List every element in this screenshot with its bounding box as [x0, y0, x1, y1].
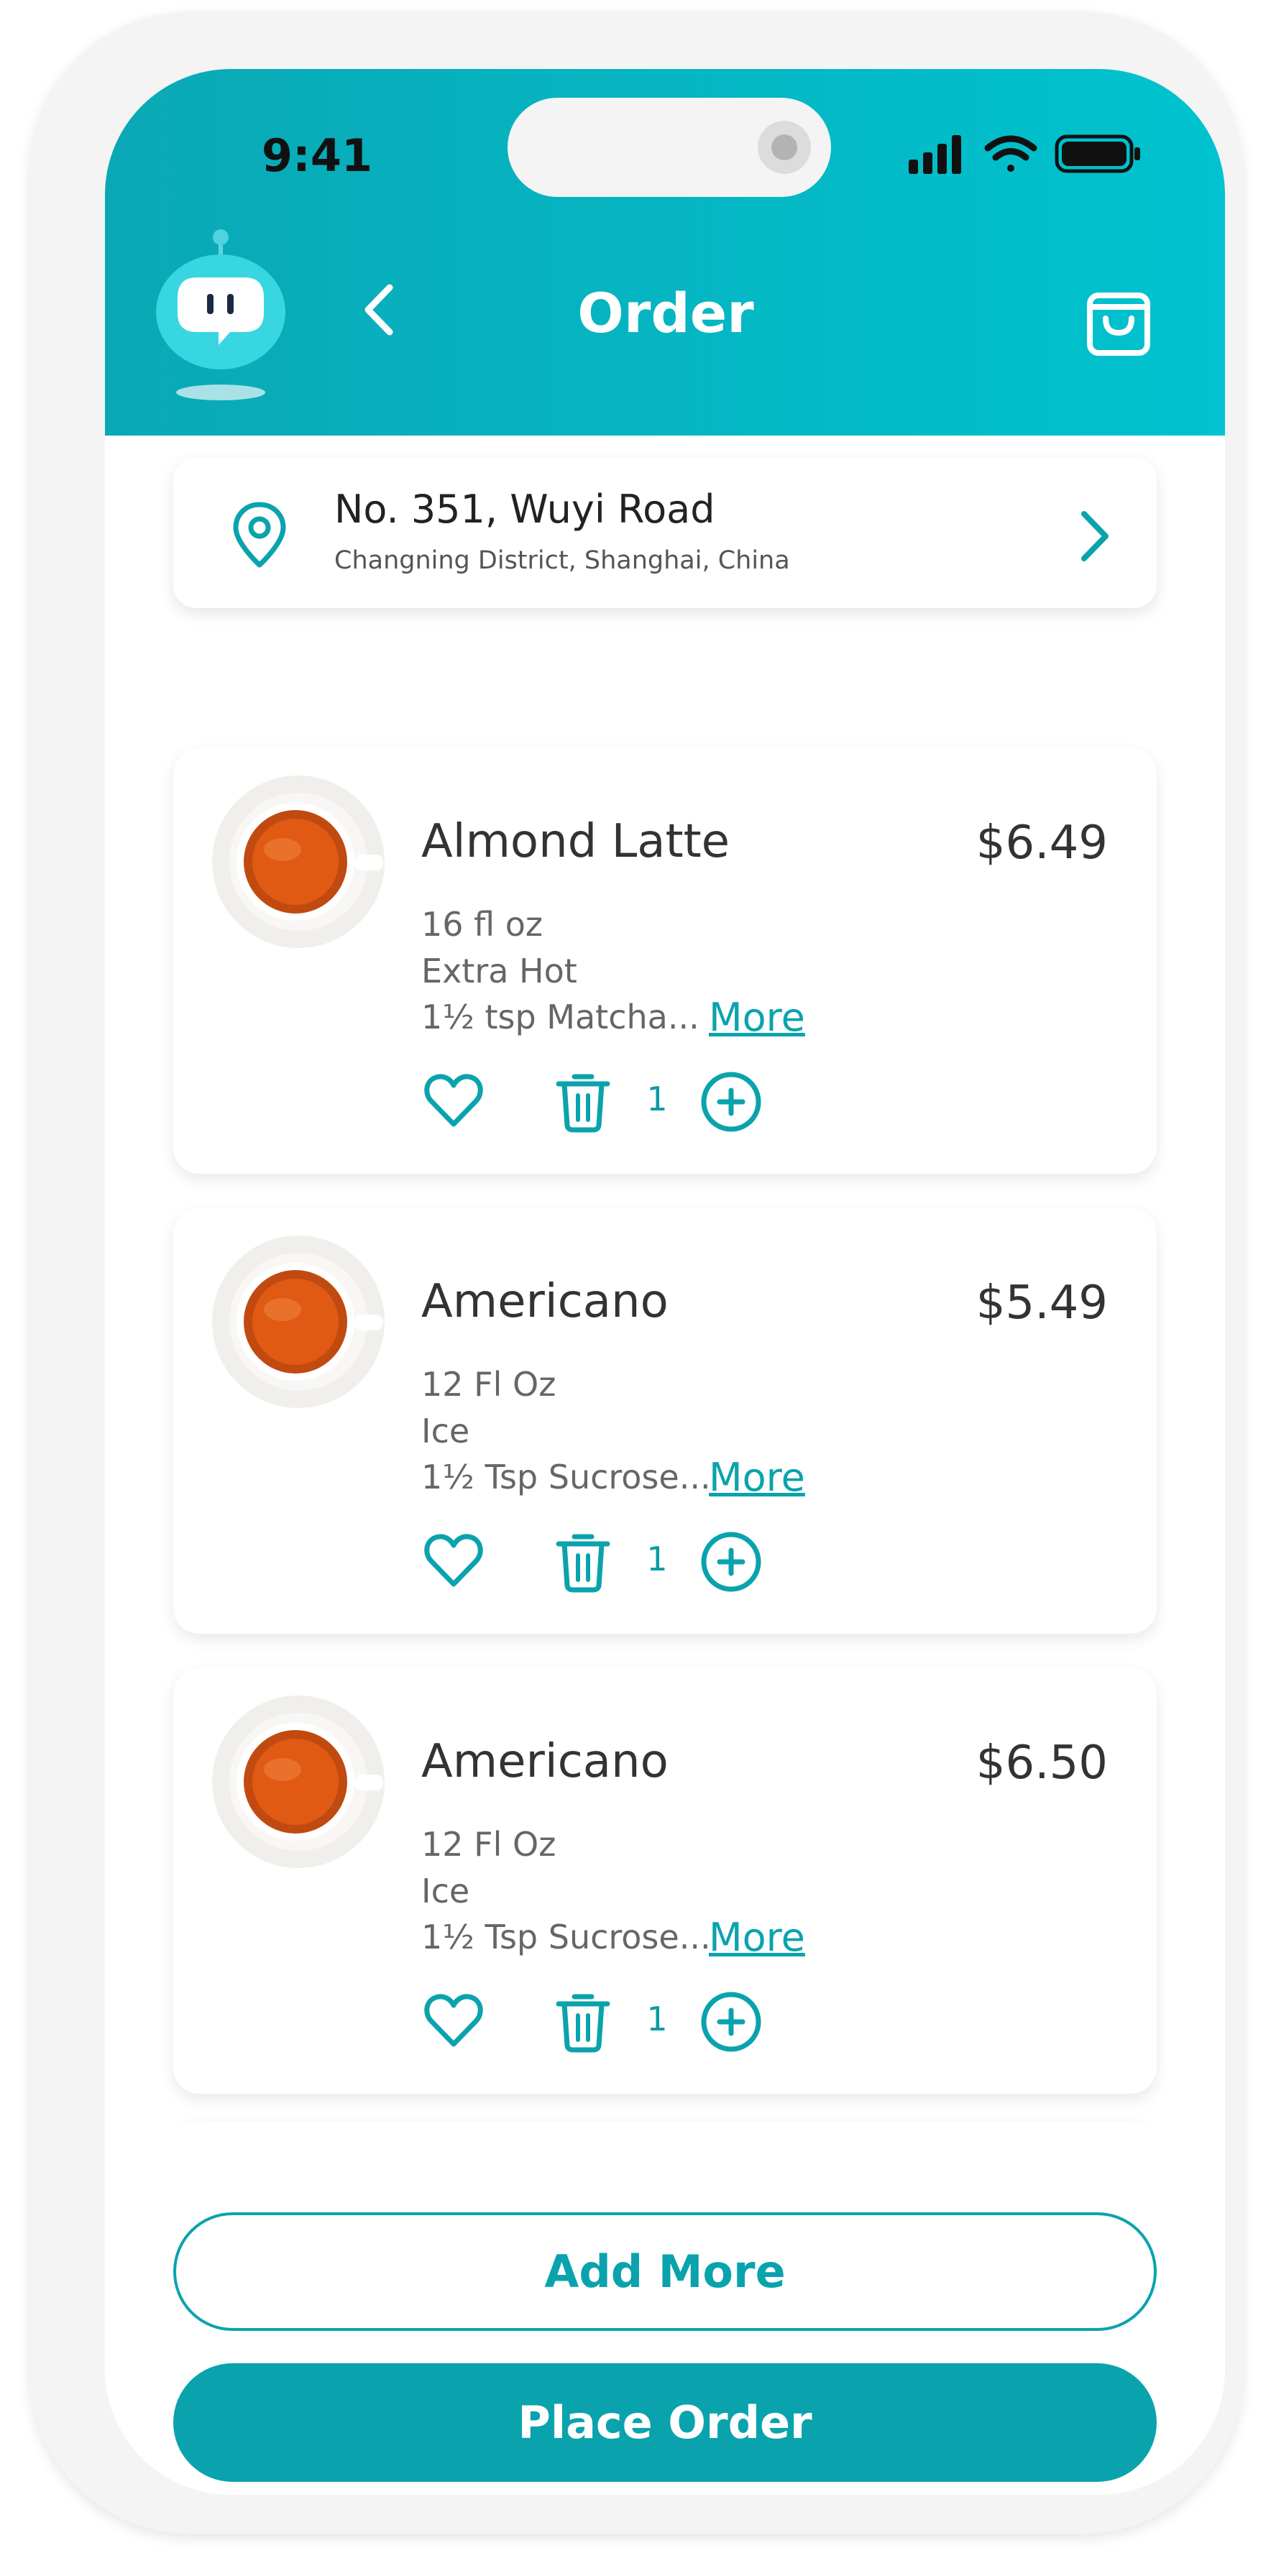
location-pin-icon [227, 499, 292, 571]
cart-button[interactable] [1075, 274, 1162, 360]
order-item-card: Almond Latte $6.49 16 fl oz Extra Hot 1½… [173, 748, 1157, 1174]
item-quantity: 1 [646, 1080, 668, 1118]
more-link[interactable]: More [709, 1453, 831, 1503]
item-name: Almond Latte [421, 815, 730, 868]
item-quantity: 1 [646, 1540, 668, 1578]
header-bar: 9:41 Order [105, 69, 1225, 436]
order-item-card: Americano $5.49 12 Fl Oz Ice 1½ Tsp Sucr… [173, 1208, 1157, 1634]
camera-icon [758, 121, 811, 174]
shopping-bag-icon [1087, 293, 1150, 356]
item-name: Americano [421, 1275, 669, 1328]
item-price: $6.49 [976, 816, 1108, 870]
more-link[interactable]: More [709, 1913, 831, 1963]
trash-icon[interactable] [554, 1528, 612, 1593]
order-item-card: Americano $6.50 12 Fl Oz Ice 1½ Tsp Sucr… [173, 1668, 1157, 2094]
page-title: Order [577, 281, 754, 345]
back-button[interactable] [349, 277, 414, 342]
phone-frame: 9:41 Order No. 351, Wuyi Road Changning … [29, 12, 1243, 2534]
item-option: Ice [421, 1412, 470, 1450]
coffee-cup-icon [211, 1694, 386, 1869]
status-icons [909, 132, 1153, 175]
plus-circle-icon[interactable] [699, 1070, 763, 1133]
plus-circle-icon[interactable] [699, 1990, 763, 2053]
address-street: No. 351, Wuyi Road [334, 487, 715, 532]
chevron-right-icon[interactable] [1068, 504, 1119, 569]
place-order-button[interactable]: Place Order [173, 2363, 1157, 2482]
item-price: $5.49 [976, 1276, 1108, 1330]
heart-icon[interactable] [421, 1068, 486, 1133]
item-option: 1½ Tsp Sucrose... [421, 1918, 711, 1956]
app-screen: 9:41 Order No. 351, Wuyi Road Changning … [105, 69, 1225, 2495]
add-more-button[interactable]: Add More [173, 2212, 1157, 2331]
signal-icon [909, 135, 961, 174]
order-list[interactable]: Almond Latte $6.49 16 fl oz Extra Hot 1½… [105, 694, 1225, 2182]
item-option: 12 Fl Oz [421, 1825, 556, 1864]
item-option: 16 fl oz [421, 905, 543, 944]
heart-icon[interactable] [421, 1988, 486, 2053]
item-option: 1½ Tsp Sucrose... [421, 1458, 711, 1496]
address-district: Changning District, Shanghai, China [334, 546, 790, 575]
status-time: 9:41 [261, 129, 373, 182]
more-link[interactable]: More [709, 993, 831, 1043]
trash-icon[interactable] [554, 1068, 612, 1133]
back-chevron-icon [364, 284, 393, 336]
item-quantity: 1 [646, 2000, 668, 2038]
address-card[interactable]: No. 351, Wuyi Road Changning District, S… [173, 457, 1157, 608]
mascot-icon [152, 226, 289, 405]
item-option: Extra Hot [421, 952, 577, 990]
item-price: $6.50 [976, 1736, 1108, 1790]
item-option: 1½ tsp Matcha... [421, 998, 699, 1036]
trash-icon[interactable] [554, 1988, 612, 2053]
bottom-actions: Add More Place Order [105, 2125, 1225, 2495]
item-option: 12 Fl Oz [421, 1365, 556, 1404]
coffee-cup-icon [211, 774, 386, 949]
coffee-cup-icon [211, 1234, 386, 1409]
plus-circle-icon[interactable] [699, 1530, 763, 1593]
battery-icon [1055, 134, 1140, 173]
heart-icon[interactable] [421, 1528, 486, 1593]
dynamic-island [508, 98, 831, 197]
wifi-icon [984, 135, 1037, 172]
item-option: Ice [421, 1872, 470, 1910]
item-name: Americano [421, 1735, 669, 1788]
